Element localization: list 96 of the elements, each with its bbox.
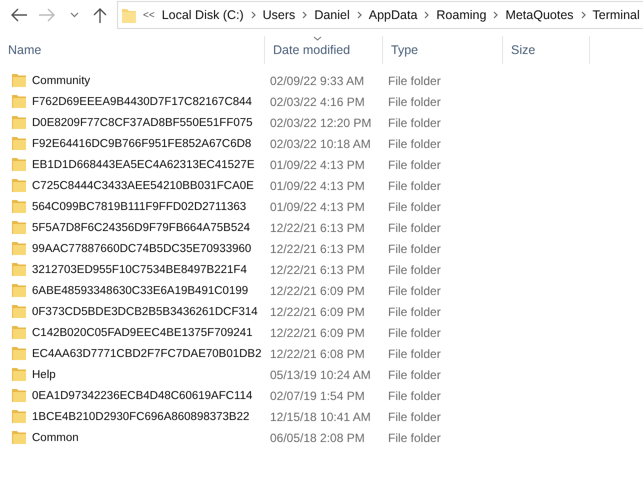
file-type: File folder: [388, 284, 441, 298]
folder-icon: [12, 221, 26, 234]
date-modified: 12/22/21 6:13 PM: [270, 242, 365, 256]
breadcrumb[interactable]: Terminal: [592, 8, 640, 22]
address-bar[interactable]: << Local Disk (C:) Users Daniel AppData Roaming MetaQuotes Terminal: [117, 1, 643, 29]
folder-icon: [12, 410, 26, 423]
folder-icon: [12, 95, 26, 108]
file-type: File folder: [388, 178, 441, 192]
column-header[interactable]: Date modified: [265, 36, 383, 64]
file-type: File folder: [388, 262, 441, 276]
chevron-right-icon[interactable]: [302, 11, 308, 19]
breadcrumb[interactable]: Local Disk (C:): [162, 8, 244, 22]
file-name[interactable]: 5F5A7D8F6C24356D9F79FB664A75B524: [32, 222, 250, 234]
file-type: File folder: [388, 388, 441, 402]
folder-icon: [122, 7, 136, 23]
date-modified: 02/03/22 10:18 AM: [270, 136, 371, 150]
date-modified: 05/13/19 10:24 AM: [270, 368, 371, 382]
back-icon[interactable]: [10, 8, 28, 22]
file-name[interactable]: C142B020C05FAD9EEC4BE1375F709241: [32, 326, 253, 338]
breadcrumb[interactable]: AppData: [368, 8, 418, 22]
file-type: File folder: [388, 304, 441, 318]
file-name[interactable]: 0F373CD5BDE3DCB2B5B3436261DCF314: [32, 306, 258, 318]
breadcrumb[interactable]: Users: [262, 8, 296, 22]
file-name[interactable]: EC4AA63D7771CBD2F7FC7DAE70B01DB2: [32, 348, 262, 360]
file-name[interactable]: F762D69EEEA9B4430D7F17C82167C844: [32, 96, 252, 108]
file-name[interactable]: Community: [32, 74, 90, 86]
column-header[interactable]: Type: [383, 36, 503, 64]
folder-icon: [12, 326, 26, 339]
breadcrumb[interactable]: MetaQuotes: [505, 8, 574, 22]
date-modified: 02/09/22 9:33 AM: [270, 74, 364, 88]
file-type: File folder: [388, 200, 441, 214]
file-name[interactable]: Help: [32, 368, 56, 380]
file-type: File folder: [388, 346, 441, 360]
breadcrumb[interactable]: Daniel: [314, 8, 350, 22]
file-type: File folder: [388, 136, 441, 150]
date-modified: 02/03/22 12:20 PM: [270, 116, 372, 130]
column-header[interactable]: Name: [0, 36, 265, 64]
file-name[interactable]: 564C099BC7819B111F9FFD02D2711363: [32, 200, 246, 212]
date-modified: 12/22/21 6:08 PM: [270, 346, 365, 360]
file-name[interactable]: 3212703ED955F10C7534BE8497B221F4: [32, 264, 247, 276]
chevron-right-icon[interactable]: [250, 11, 256, 19]
file-name[interactable]: F92E64416DC9B766F951FE852A67C6D8: [32, 138, 252, 150]
sort-caret-icon: [313, 36, 322, 41]
chevron-right-icon[interactable]: [356, 11, 362, 19]
file-name[interactable]: D0E8209F77C8CF37AD8BF550E51FF075: [32, 116, 253, 128]
file-type: File folder: [388, 94, 441, 108]
file-type: File folder: [388, 158, 441, 172]
folder-icon: [12, 431, 26, 444]
file-type: File folder: [388, 116, 441, 130]
file-name[interactable]: EB1D1D668443EA5EC4A62313EC41527E: [32, 158, 254, 170]
file-type: File folder: [388, 220, 441, 234]
file-name[interactable]: C725C8444C3433AEE54210BB031FCA0E: [32, 180, 254, 192]
folder-icon: [12, 305, 26, 318]
date-modified: 12/22/21 6:09 PM: [270, 284, 365, 298]
folder-icon: [12, 284, 26, 297]
file-type: File folder: [388, 410, 441, 424]
date-modified: 12/15/18 10:41 AM: [270, 410, 371, 424]
column-header[interactable]: Size: [503, 36, 590, 64]
file-name[interactable]: Common: [32, 432, 79, 444]
date-modified: 12/22/21 6:13 PM: [270, 262, 365, 276]
date-modified: 12/22/21 6:09 PM: [270, 326, 365, 340]
file-type: File folder: [388, 326, 441, 340]
file-name[interactable]: 99AAC77887660DC74B5DC35E70933960: [32, 242, 252, 254]
chevron-right-icon[interactable]: [493, 11, 498, 19]
date-modified: 02/07/19 1:54 PM: [270, 388, 365, 402]
date-modified: 01/09/22 4:13 PM: [270, 158, 365, 172]
folder-icon: [12, 389, 26, 402]
breadcrumb[interactable]: Roaming: [436, 8, 486, 22]
date-modified: 12/22/21 6:09 PM: [270, 304, 365, 318]
chevron-right-icon[interactable]: [424, 11, 430, 19]
folder-icon: [12, 74, 26, 87]
file-name[interactable]: 0EA1D97342236ECB4D48C60619AFC114: [32, 390, 252, 402]
folder-icon: [12, 116, 26, 129]
date-modified: 02/03/22 4:16 PM: [270, 94, 365, 108]
folder-icon: [12, 158, 26, 171]
file-name[interactable]: 6ABE48593348630C33E6A19B491C0199: [32, 284, 248, 296]
date-modified: 01/09/22 4:13 PM: [270, 200, 365, 214]
date-modified: 01/09/22 4:13 PM: [270, 178, 365, 192]
file-type: File folder: [388, 430, 441, 444]
up-arrow-icon[interactable]: [93, 7, 107, 23]
file-type: File folder: [388, 74, 441, 88]
overflow-chevron[interactable]: <<: [143, 10, 155, 20]
file-type: File folder: [388, 368, 441, 382]
date-modified: 06/05/18 2:08 PM: [270, 430, 365, 444]
folder-icon: [12, 200, 26, 213]
folder-icon: [12, 179, 26, 192]
chevron-down-icon[interactable]: [70, 12, 79, 18]
folder-icon: [12, 137, 26, 150]
chevron-right-icon[interactable]: [580, 11, 586, 19]
date-modified: 12/22/21 6:13 PM: [270, 220, 365, 234]
folder-icon: [12, 347, 26, 360]
folder-icon: [12, 263, 26, 276]
folder-icon: [12, 242, 26, 255]
file-name[interactable]: 1BCE4B210D2930FC696A860898373B22: [32, 410, 250, 422]
file-type: File folder: [388, 242, 441, 256]
folder-icon: [12, 368, 26, 381]
